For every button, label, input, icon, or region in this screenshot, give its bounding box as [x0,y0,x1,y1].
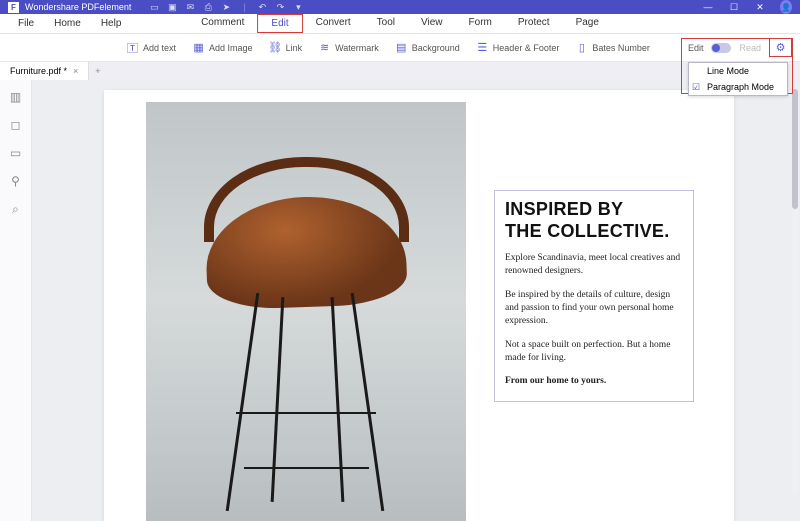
text-column: INSPIRED BYTHE COLLECTIVE. Explore Scand… [494,190,694,402]
paragraph-1: Explore Scandinavia, meet local creative… [505,252,683,279]
menu-form[interactable]: Form [456,14,505,33]
app-title: Wondershare PDFelement [25,2,131,12]
share-icon[interactable]: ➤ [221,2,231,12]
redo-icon[interactable]: ↷ [275,2,285,12]
scrollbar-thumb[interactable] [792,89,798,209]
titlebar: F Wondershare PDFelement ▭ ▣ ✉ ⎙ ➤ | ↶ ↷… [0,0,800,14]
tool-label: Bates Number [592,43,650,53]
gear-icon: ⚙ [774,41,787,54]
edit-toolbar: 🅃 Add text ▦ Add Image ⛓ Link ≋ Watermark ▤ B… [0,34,800,62]
menu-edit[interactable]: Edit [257,14,302,33]
thumbnails-icon[interactable]: ▥ [9,90,23,104]
tool-label: Background [412,43,460,53]
tool-header-footer[interactable]: ☰ Header & Footer [470,39,566,56]
menu-tool[interactable]: Tool [364,14,408,33]
tool-link[interactable]: ⛓ Link [263,39,309,56]
menu-protect[interactable]: Protect [505,14,563,33]
editable-text-block[interactable]: INSPIRED BYTHE COLLECTIVE. Explore Scand… [494,190,694,402]
heading-line1: INSPIRED BY [505,199,623,219]
tool-label: Link [286,43,303,53]
menu-view[interactable]: View [408,14,456,33]
dropdown-option-paragraph-mode[interactable]: Paragraph Mode [689,79,787,95]
menu-home[interactable]: Home [44,18,91,29]
menu-page[interactable]: Page [563,14,612,33]
background-icon: ▤ [395,41,408,54]
paragraph-4: From our home to yours. [505,375,683,388]
left-sidebar: ▥ ◻ ▭ ⚲ ⌕ [0,80,32,521]
maximize-icon[interactable]: ☐ [728,2,740,13]
heading: INSPIRED BYTHE COLLECTIVE. [505,199,683,242]
menubar-center: Comment Edit Convert Tool View Form Prot… [188,14,612,33]
chair-photo[interactable] [146,102,466,521]
tool-label: Add text [143,43,176,53]
watermark-icon: ≋ [318,41,331,54]
vertical-scrollbar[interactable] [792,85,798,495]
edit-mode-dropdown: Line Mode Paragraph Mode [688,62,788,96]
edit-mode-label: Edit [688,43,704,53]
toolbar-right: Edit Read ⚙ [688,38,792,57]
tab-close-icon[interactable]: × [73,66,78,76]
read-mode-label: Read [739,43,761,53]
tool-add-text[interactable]: 🅃 Add text [120,39,182,56]
tool-label: Add Image [209,43,253,53]
titlebar-left: F Wondershare PDFelement ▭ ▣ ✉ ⎙ ➤ | ↶ ↷… [8,2,303,13]
window-controls: — ☐ ✕ 👤 [702,0,792,14]
image-icon[interactable]: ▣ [167,2,177,12]
app-logo-icon: F [8,2,19,13]
minimize-icon[interactable]: — [702,2,714,12]
paragraph-2: Be inspired by the details of culture, d… [505,289,683,329]
mail-icon[interactable]: ✉ [185,2,195,12]
edit-read-toggle[interactable] [711,43,731,53]
menu-comment[interactable]: Comment [188,14,257,33]
titlebar-quick-icons: ▭ ▣ ✉ ⎙ ➤ | ↶ ↷ ▾ [149,2,303,12]
tool-bates-number[interactable]: ▯ Bates Number [569,39,656,56]
bookmark-icon[interactable]: ◻ [9,118,23,132]
workspace: ▥ ◻ ▭ ⚲ ⌕ INSPIRED BYTHE COLLECTIVE. Exp… [0,80,800,521]
menubar-left: File Home Help [0,18,131,29]
divider-icon: | [239,2,249,12]
picture-icon: ▦ [192,41,205,54]
print-icon[interactable]: ⎙ [203,2,213,12]
comments-icon[interactable]: ▭ [9,146,23,160]
tool-background[interactable]: ▤ Background [389,39,466,56]
document-tab[interactable]: Furniture.pdf * × [0,62,89,80]
paragraph-3: Not a space built on perfection. But a h… [505,339,683,366]
menu-convert[interactable]: Convert [303,14,364,33]
folder-icon[interactable]: ▭ [149,2,159,12]
pdf-page: INSPIRED BYTHE COLLECTIVE. Explore Scand… [104,90,734,521]
bates-icon: ▯ [575,41,588,54]
edit-mode-settings-button[interactable]: ⚙ [769,38,792,57]
header-footer-icon: ☰ [476,41,489,54]
dropdown-icon[interactable]: ▾ [293,2,303,12]
tool-label: Watermark [335,43,379,53]
user-avatar-icon[interactable]: 👤 [780,0,792,14]
link-icon: ⛓ [269,41,282,54]
text-icon: 🅃 [126,41,139,54]
close-icon[interactable]: ✕ [754,2,766,13]
menu-help[interactable]: Help [91,18,132,29]
dropdown-option-line-mode[interactable]: Line Mode [689,63,787,79]
attachment-icon[interactable]: ⚲ [9,174,23,188]
tool-label: Header & Footer [493,43,560,53]
tab-add-button[interactable]: + [89,66,106,76]
document-canvas[interactable]: INSPIRED BYTHE COLLECTIVE. Explore Scand… [32,80,800,521]
menu-file[interactable]: File [8,18,44,29]
tool-watermark[interactable]: ≋ Watermark [312,39,385,56]
heading-line2: THE COLLECTIVE. [505,221,670,241]
tool-add-image[interactable]: ▦ Add Image [186,39,259,56]
tab-label: Furniture.pdf * [10,66,67,76]
document-tabbar: Furniture.pdf * × + [0,62,800,80]
menubar: File Home Help Comment Edit Convert Tool… [0,14,800,34]
search-icon[interactable]: ⌕ [9,202,23,216]
undo-icon[interactable]: ↶ [257,2,267,12]
